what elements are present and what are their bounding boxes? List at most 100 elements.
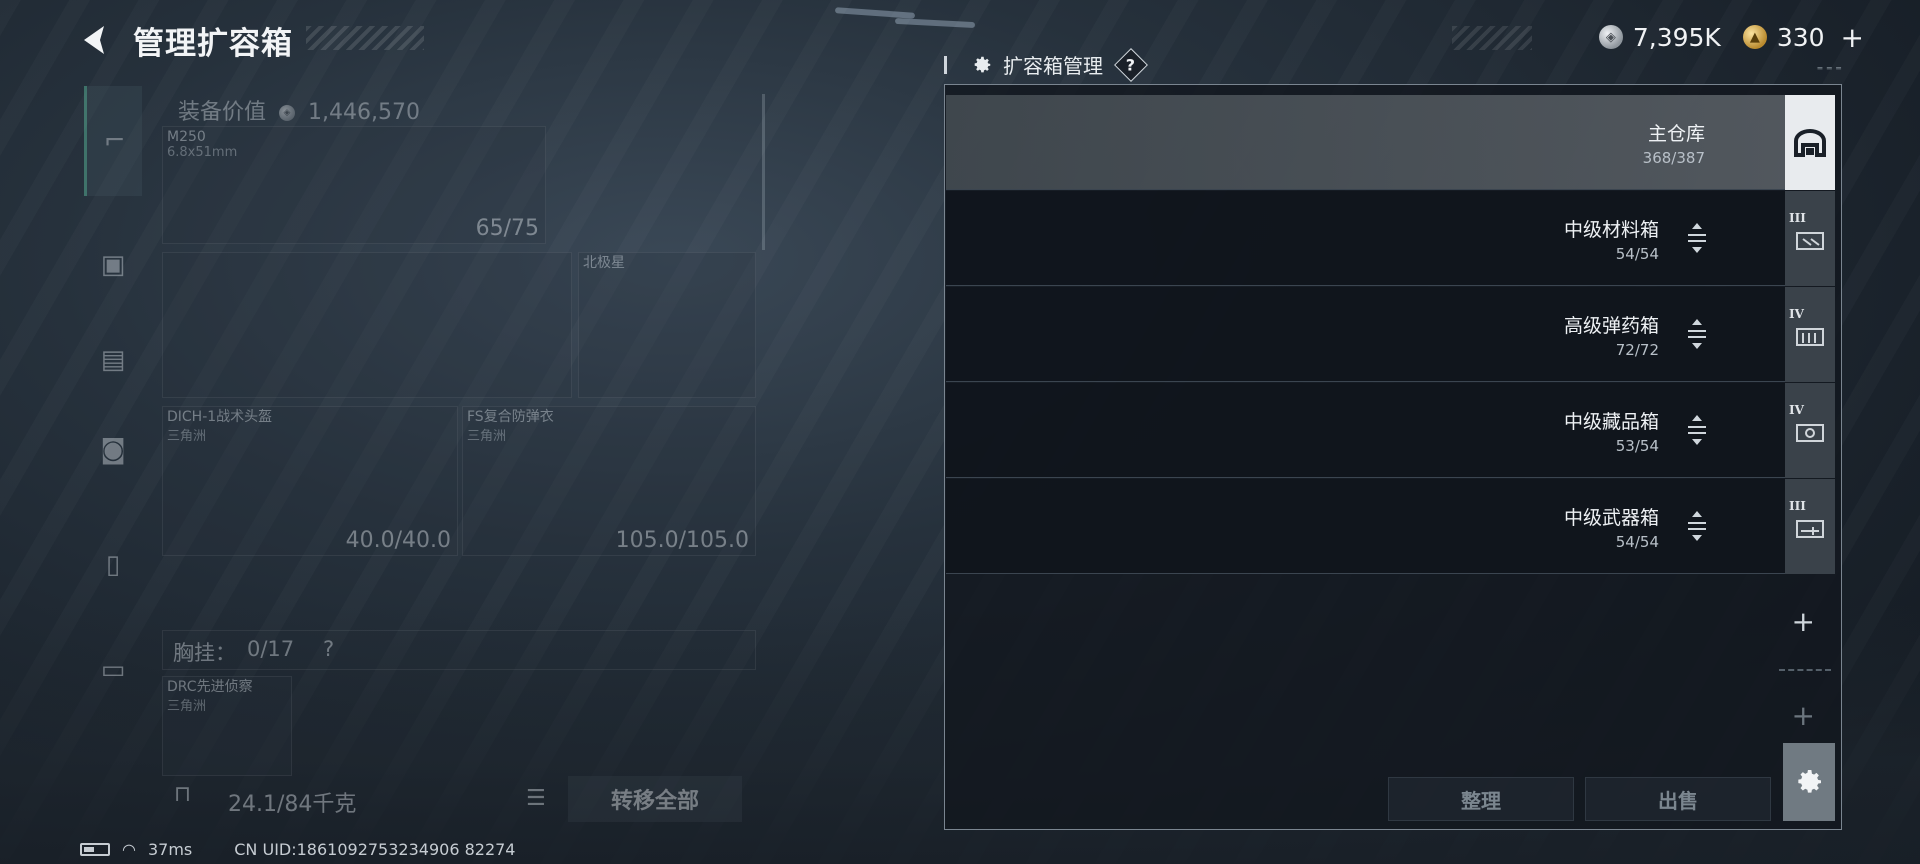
box-row-material[interactable]: 中级材料箱 54/54 III [946,191,1835,286]
box-row-main-warehouse[interactable]: 主仓库 368/387 [946,95,1835,190]
armor-name: FS复合防弹衣 [467,409,554,425]
transfer-all-button[interactable]: 转移全部 [568,776,742,822]
currency-bar: ◈ 7,395K ▲ 330 + [1598,21,1864,54]
box-icon-tab: III [1785,191,1835,286]
reorder-handle-icon[interactable] [1685,509,1709,543]
equipment-value-label: 装备价值 [178,100,267,125]
armor-slot[interactable]: FS复合防弹衣 三角洲 105.0/105.0 [462,406,756,556]
weapon-durability: 65/75 [475,216,539,241]
silver-currency-value: 7,395K [1632,22,1721,52]
material-crate-icon [1796,231,1824,250]
toolbox-icon: ▭ [100,655,126,685]
reorder-handle-icon[interactable] [1685,413,1709,447]
vest-icon: ▣ [100,250,126,280]
tier-badge: IV [1789,403,1804,417]
tab-rig[interactable]: ▤ [84,331,142,389]
ceiling-light [894,17,976,29]
settings-button[interactable] [1783,743,1835,821]
box-name: 主仓库 [1647,123,1705,145]
backpack-slot[interactable]: DRC先进侦察 三角洲 [162,676,292,776]
settings-gear-icon [1798,770,1821,793]
tab-medkit[interactable]: ▭ [84,641,142,699]
list-icon[interactable]: ☰ [526,786,546,811]
rig-icon: ▤ [100,345,126,375]
locked-add-slot[interactable]: + [1792,699,1815,732]
carry-weight: 24.1/84千克 [228,792,357,817]
collection-crate-icon [1796,423,1824,442]
helmet-slot[interactable]: DICH-1战术头盔 三角洲 40.0/40.0 [162,406,458,556]
box-count: 72/72 [1615,341,1659,359]
equipment-side-tabs: ⌐ ▣ ▤ ◙ ▯ ▭ [78,86,148,806]
helmet-origin: 三角洲 [167,429,207,444]
user-uid: CN UID:1861092753234906 82274 [234,839,516,859]
page-title: 管理扩容箱 [133,26,293,62]
battery-icon [80,842,110,856]
weapon-crate-icon [1796,519,1824,538]
box-manager-header: 扩容箱管理 ? [944,47,1148,82]
helmet-durability: 40.0/40.0 [345,528,451,553]
help-button[interactable]: ? [1114,47,1148,82]
tab-weapons[interactable]: ⌐ [84,86,142,196]
header-bar [944,55,947,74]
helmet-name: DICH-1战术头盔 [167,409,273,425]
box-icon-tab [1785,95,1835,190]
chest-rig-header: 胸挂： 0/17 ? [162,630,756,670]
gold-currency-value: 330 [1776,22,1825,52]
weapon-name: M250 [167,129,206,145]
back-arrow-icon [84,26,104,54]
decorative-marks: ═ ═ ═ [1817,64,1842,73]
silver-coin-icon: ◈ [1598,25,1623,49]
tier-badge: IV [1789,307,1804,321]
empty-weapon-slot[interactable] [162,252,572,398]
armor-origin: 三角洲 [467,429,507,444]
chest-rig-help[interactable]: ? [323,637,334,661]
box-manager-title: 扩容箱管理 [1003,54,1103,78]
box-row-ammo[interactable]: 高级弹药箱 72/72 IV [946,287,1835,382]
reorder-handle-icon[interactable] [1685,317,1709,351]
box-name: 高级弹药箱 [1563,315,1659,337]
scrollbar[interactable] [762,94,765,250]
tier-badge: III [1789,211,1806,225]
sort-button[interactable]: 整理 [1388,777,1574,821]
ammo-crate-icon [1796,327,1824,346]
melee-slot[interactable]: 北极星 [578,252,756,398]
box-icon-tab: III [1785,479,1835,574]
add-box-button[interactable]: + [1792,605,1815,638]
tab-notes[interactable]: ▯ [84,536,142,594]
reorder-handle-icon[interactable] [1685,221,1709,255]
wifi-icon: ◠ [122,839,136,859]
backpack-origin: 三角洲 [167,699,207,714]
box-name: 中级材料箱 [1563,219,1659,241]
tier-badge: III [1789,499,1806,513]
box-name: 中级藏品箱 [1563,411,1659,433]
tab-armor[interactable]: ▣ [84,236,142,294]
primary-weapon-slot[interactable]: M250 6.8x51mm 65/75 [162,126,546,244]
ping-value: 37ms [147,839,193,859]
help-icon: ? [1126,55,1136,74]
box-manager-panel: 主仓库 368/387 中级材料箱 54/54 III 高级弹药箱 72/72 [944,84,1842,830]
lock-icon: ⊓ [174,782,192,807]
chest-rig-count: 0/17 [247,637,295,661]
ceiling-light [834,7,916,19]
currency-decoration [1452,26,1532,50]
box-row-weapon[interactable]: 中级武器箱 54/54 III [946,479,1835,574]
backpack-name: DRC先进侦察 [167,679,253,695]
clipboard-icon: ▯ [105,550,121,580]
warehouse-icon [1794,128,1826,157]
box-count: 368/387 [1642,149,1705,167]
box-row-collection[interactable]: 中级藏品箱 53/54 IV [946,383,1835,478]
box-count: 54/54 [1615,533,1659,551]
box-count: 54/54 [1615,245,1659,263]
tab-backpack[interactable]: ◙ [84,421,142,479]
gear-icon [974,56,991,72]
chest-rig-label: 胸挂： [173,641,236,665]
slot-divider [1779,669,1831,671]
back-button[interactable] [78,22,118,58]
equipment-panel: ⌐ ▣ ▤ ◙ ▯ ▭ 装备价值 ◈ 1,446,570 M250 6.8x51… [78,86,778,826]
box-name: 中级武器箱 [1563,507,1659,529]
add-currency-button[interactable]: + [1841,21,1864,54]
weapon-caliber: 6.8x51mm [167,145,238,160]
box-count: 53/54 [1615,437,1659,455]
sell-button[interactable]: 出售 [1585,777,1771,821]
backpack-icon: ◙ [100,435,126,465]
